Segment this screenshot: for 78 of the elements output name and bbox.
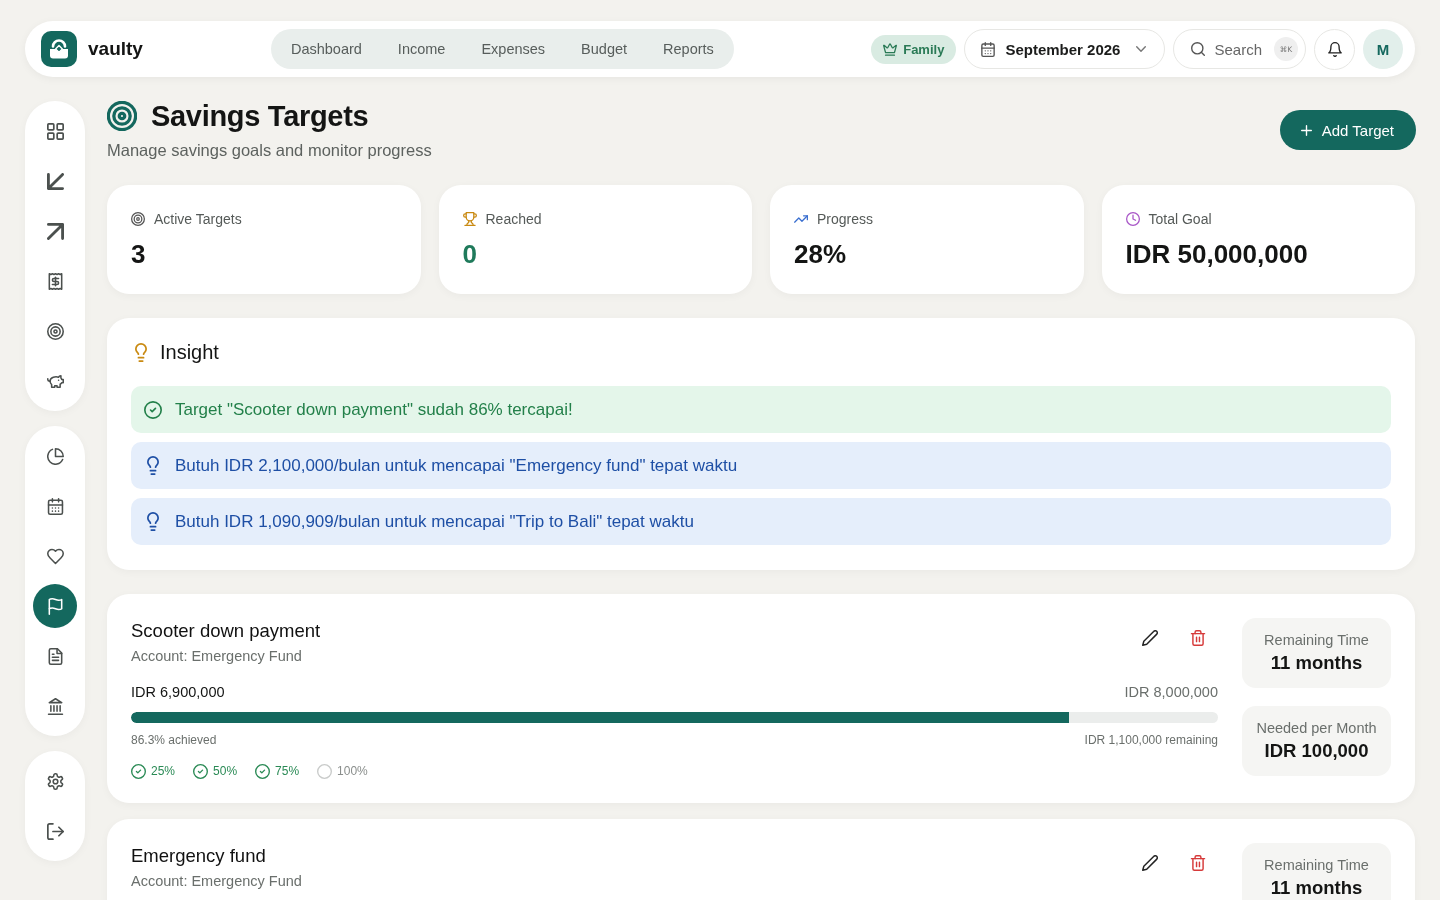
trophy-icon bbox=[462, 212, 477, 226]
add-target-button[interactable]: Add Target bbox=[1279, 110, 1416, 150]
insight-title: Insight bbox=[160, 340, 219, 364]
achieved-percent: 86.3% achieved bbox=[131, 732, 217, 748]
target-icon bbox=[131, 212, 145, 226]
target-stat-label: Needed per Month bbox=[1256, 720, 1377, 737]
target-stat-value: IDR 100,000 bbox=[1264, 740, 1369, 762]
piggy-bank-icon bbox=[46, 372, 64, 390]
target-name: Emergency fund bbox=[131, 844, 267, 868]
insight-text: Butuh IDR 2,100,000/bulan untuk mencapai "Emergency fund" tepat waktu bbox=[175, 455, 738, 476]
stat-value: 0 bbox=[462, 239, 478, 269]
receipt-icon bbox=[46, 272, 64, 290]
milestone-label: 25% bbox=[151, 763, 176, 779]
lightbulb-icon bbox=[135, 342, 147, 362]
target-icon bbox=[107, 101, 137, 131]
nav-tab[interactable]: Dashboard bbox=[276, 33, 376, 65]
trash-icon bbox=[1190, 630, 1206, 646]
goal-amount: IDR 8,000,000 bbox=[1124, 683, 1218, 702]
milestone-label: 75% bbox=[275, 763, 300, 779]
target-stat-label: Remaining Time bbox=[1264, 632, 1369, 649]
flag-icon bbox=[46, 597, 64, 615]
trash-icon bbox=[1190, 855, 1206, 871]
arrow-down-left-icon bbox=[46, 172, 64, 190]
saved-amount: IDR 6,900,000 bbox=[131, 683, 225, 702]
pie-chart-icon bbox=[46, 447, 64, 465]
bank-icon bbox=[46, 697, 64, 715]
calendar-icon bbox=[46, 497, 64, 515]
notifications-button[interactable] bbox=[1314, 28, 1355, 70]
trend-up-icon bbox=[794, 212, 808, 226]
avatar-button[interactable]: M bbox=[1363, 29, 1403, 69]
calendar-icon bbox=[981, 41, 996, 57]
chevron-down-icon bbox=[1136, 46, 1147, 52]
nav-tab[interactable]: Income bbox=[383, 33, 460, 65]
nav-tab[interactable]: Budget bbox=[567, 33, 642, 65]
grid-icon bbox=[46, 122, 64, 140]
page-title: Savings Targets bbox=[151, 99, 369, 133]
target-icon bbox=[46, 322, 64, 340]
arrow-up-right-icon bbox=[46, 222, 64, 240]
pencil-icon bbox=[1142, 630, 1158, 646]
stat-label: Active Targets bbox=[154, 211, 242, 227]
lightbulb-icon bbox=[147, 512, 159, 531]
bell-icon bbox=[1327, 41, 1342, 57]
brand-name: vaulty bbox=[88, 38, 143, 60]
crown-icon bbox=[883, 42, 898, 56]
target-stat-value: 11 months bbox=[1270, 652, 1363, 674]
clock-icon bbox=[1125, 212, 1140, 226]
heart-icon bbox=[46, 547, 64, 565]
stat-value: IDR 50,000,000 bbox=[1125, 239, 1309, 269]
search-icon bbox=[1191, 42, 1206, 56]
milestone-label: 100% bbox=[337, 763, 368, 779]
remaining-amount: IDR 1,100,000 remaining bbox=[1084, 732, 1218, 748]
insight-text: Butuh IDR 1,090,909/bulan untuk mencapai "Trip to Bali" tepat waktu bbox=[175, 511, 694, 532]
target-account: Account: Emergency Fund bbox=[131, 647, 303, 666]
milestone-label: 50% bbox=[213, 763, 238, 779]
month-picker[interactable]: September 2026 bbox=[964, 29, 1166, 69]
nav-tab[interactable]: Reports bbox=[649, 33, 728, 65]
document-icon bbox=[46, 647, 64, 665]
logout-icon bbox=[46, 822, 64, 840]
target-stat-label: Remaining Time bbox=[1264, 857, 1369, 874]
page-subtitle: Manage savings goals and monitor progress bbox=[107, 140, 432, 160]
insight-text: Target "Scooter down payment" sudah 86% tercapai! bbox=[175, 399, 573, 420]
sidebar-button[interactable] bbox=[33, 584, 77, 628]
stat-value: 3 bbox=[131, 239, 147, 269]
plus-icon bbox=[1300, 124, 1312, 136]
nav-tab[interactable]: Expenses bbox=[467, 33, 560, 65]
target-stat-value: 11 months bbox=[1270, 877, 1363, 899]
pencil-icon bbox=[1142, 855, 1158, 871]
logo-icon bbox=[41, 31, 77, 67]
target-name: Scooter down payment bbox=[131, 619, 321, 643]
stat-label: Reached bbox=[485, 211, 542, 227]
check-circle-icon bbox=[144, 400, 162, 419]
stat-label: Total Goal bbox=[1148, 211, 1212, 227]
stat-value: 28% bbox=[794, 239, 848, 269]
target-account: Account: Emergency Fund bbox=[131, 872, 302, 891]
plan-label: Family bbox=[903, 41, 945, 57]
stat-label: Progress bbox=[817, 211, 874, 227]
lightbulb-icon bbox=[147, 456, 159, 475]
settings-icon bbox=[46, 772, 64, 790]
